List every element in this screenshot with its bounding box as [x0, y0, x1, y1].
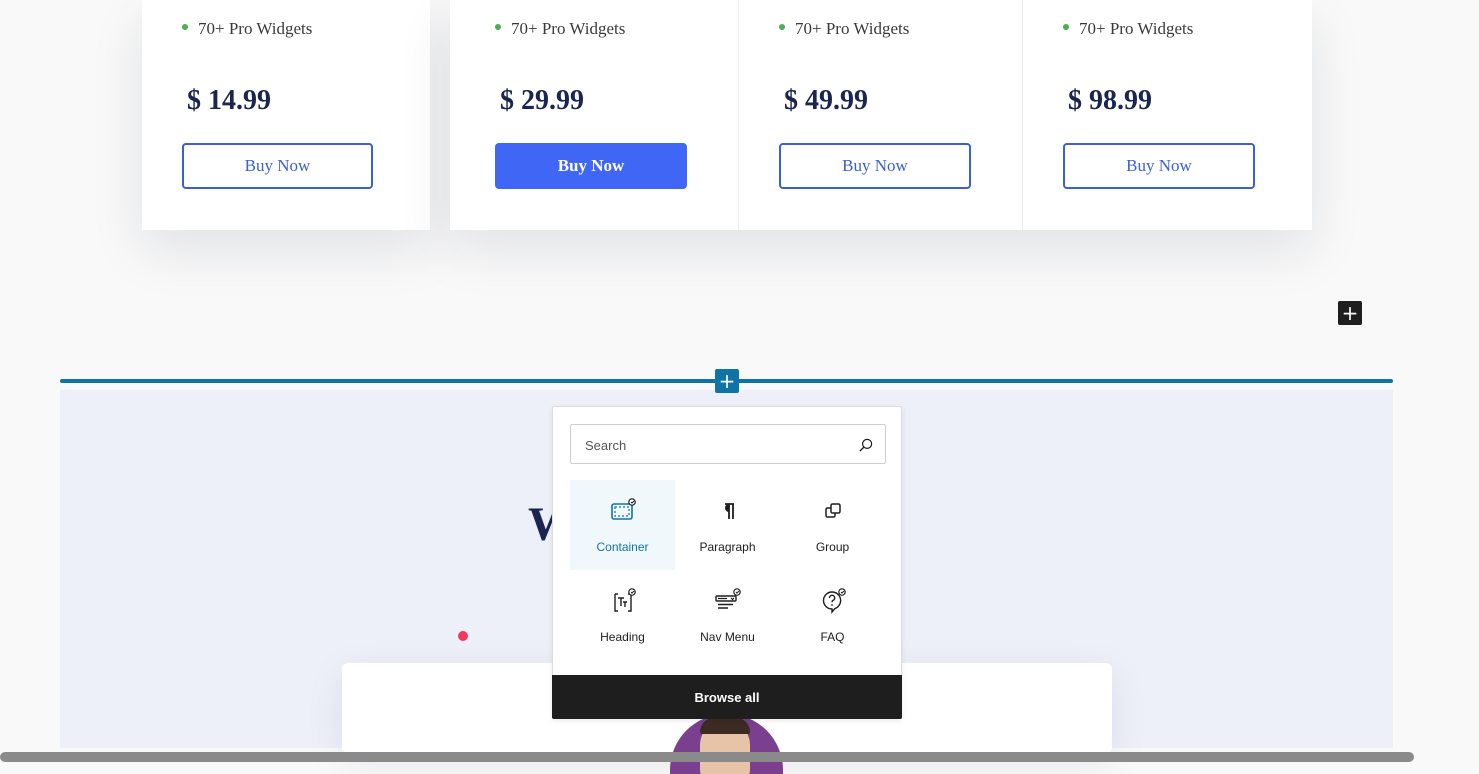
- block-inserter-popover: Container Paragraph Group: [552, 406, 902, 719]
- buy-now-button[interactable]: Buy Now: [495, 143, 687, 189]
- heading-icon: [614, 588, 636, 612]
- block-label: FAQ: [820, 630, 845, 644]
- horizontal-scrollbar[interactable]: [0, 752, 1414, 762]
- feature-item: 70+ Pro Widgets: [495, 19, 625, 39]
- feature-bullet-icon: [495, 24, 501, 31]
- faq-icon: [822, 588, 846, 614]
- block-search: [570, 424, 886, 465]
- nav-menu-icon: [715, 588, 741, 609]
- feature-item: 70+ Pro Widgets: [1063, 19, 1193, 39]
- price: $ 14.99: [187, 85, 271, 116]
- feature-bullet-icon: [1063, 24, 1069, 31]
- insert-block-button[interactable]: +: [715, 369, 739, 393]
- search-icon[interactable]: [857, 436, 875, 454]
- block-heading[interactable]: Heading: [570, 570, 675, 660]
- block-nav-menu[interactable]: Nav Menu: [675, 570, 780, 660]
- block-label: Paragraph: [699, 540, 756, 554]
- price: $ 49.99: [784, 85, 868, 116]
- pricing-section: 70+ Pro Widgets $ 14.99 Buy Now 70+ Pro …: [142, 0, 1312, 230]
- decor-dot: [458, 631, 468, 641]
- feature-item: 70+ Pro Widgets: [779, 19, 909, 39]
- price: $ 98.99: [1068, 85, 1152, 116]
- buy-now-button[interactable]: Buy Now: [182, 143, 373, 189]
- block-label: Heading: [600, 630, 645, 644]
- buy-now-button[interactable]: Buy Now: [779, 143, 971, 189]
- pricing-card-3: 70+ Pro Widgets $ 49.99 Buy Now: [739, 0, 1022, 230]
- group-icon: [825, 503, 841, 518]
- buy-now-button[interactable]: Buy Now: [1063, 143, 1255, 189]
- block-faq[interactable]: FAQ: [780, 570, 885, 660]
- pricing-card-4: 70+ Pro Widgets $ 98.99 Buy Now: [1023, 0, 1312, 230]
- avatar-hair: [700, 718, 750, 734]
- pricing-card-2: 70+ Pro Widgets $ 29.99 Buy Now: [450, 0, 738, 230]
- pricing-card-1: 70+ Pro Widgets $ 14.99 Buy Now: [142, 0, 430, 230]
- add-block-button[interactable]: +: [1338, 301, 1362, 325]
- search-input[interactable]: [571, 425, 857, 465]
- feature-bullet-icon: [182, 24, 188, 31]
- feature-item: 70+ Pro Widgets: [182, 19, 312, 39]
- price: $ 29.99: [500, 85, 584, 116]
- browse-all-button[interactable]: Browse all: [552, 675, 902, 719]
- block-group[interactable]: Group: [780, 480, 885, 570]
- feature-bullet-icon: [779, 24, 785, 31]
- block-container[interactable]: Container: [570, 480, 675, 570]
- block-label: Group: [815, 540, 850, 554]
- block-paragraph[interactable]: Paragraph: [675, 480, 780, 570]
- container-icon: [611, 498, 636, 520]
- block-label: Container: [596, 540, 649, 554]
- paragraph-icon: [725, 503, 734, 519]
- block-label: Nav Menu: [700, 630, 755, 644]
